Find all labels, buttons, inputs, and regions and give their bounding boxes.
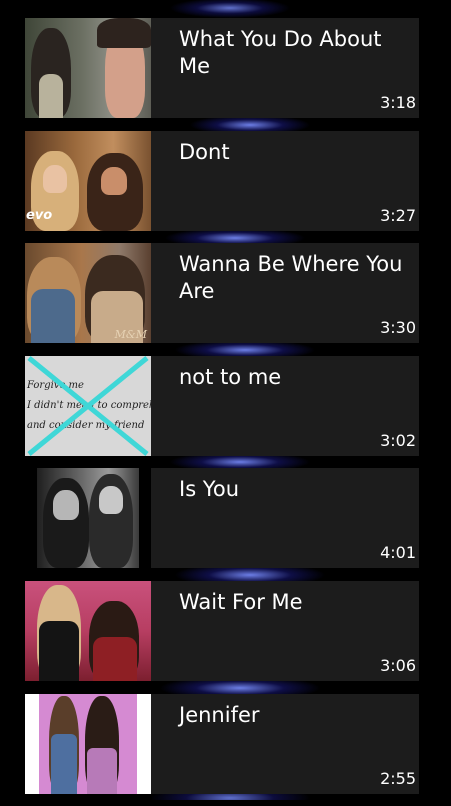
- video-title: Wait For Me: [179, 589, 303, 614]
- video-thumbnail: [25, 18, 151, 118]
- video-duration: 4:01: [380, 543, 416, 563]
- person-figure: [43, 164, 67, 193]
- person-figure: [31, 289, 75, 344]
- video-item[interactable]: Jennifer 2:55: [25, 693, 419, 794]
- corner-mark: M&M: [114, 328, 147, 342]
- video-duration: 2:55: [380, 768, 416, 788]
- person-figure: [51, 733, 77, 794]
- video-duration: 3:30: [380, 318, 416, 338]
- video-title: Jennifer: [179, 702, 260, 727]
- video-info: Wanna Be Where You Are 3:30: [151, 243, 419, 343]
- video-title: Wanna Be Where You Are: [179, 252, 403, 304]
- video-item[interactable]: M&M Wanna Be Where You Are 3:30: [25, 243, 419, 344]
- person-figure: [93, 636, 137, 681]
- video-thumbnail: evo: [25, 130, 151, 231]
- cross-mark-icon: [27, 355, 149, 456]
- video-item[interactable]: Forgive me I didn't mean to comprehe and…: [25, 355, 419, 456]
- video-thumbnail: M&M: [25, 243, 151, 344]
- video-thumbnail: [25, 693, 151, 794]
- video-info: What You Do About Me 3:18: [151, 18, 419, 118]
- video-title: Is You: [179, 477, 240, 502]
- video-info: not to me 3:02: [151, 356, 419, 456]
- video-title: Dont: [179, 139, 230, 164]
- video-thumbnail: [25, 580, 151, 681]
- video-item[interactable]: Wait For Me 3:06: [25, 580, 419, 681]
- person-figure: [39, 74, 63, 118]
- video-title: not to me: [179, 364, 282, 389]
- video-duration: 3:06: [380, 655, 416, 675]
- person-figure: [97, 18, 151, 48]
- person-figure: [99, 486, 123, 515]
- video-duration: 3:27: [380, 205, 416, 225]
- video-item[interactable]: Is You 4:01: [25, 468, 419, 569]
- video-info: Jennifer 2:55: [151, 694, 419, 794]
- vevo-watermark: evo: [26, 207, 53, 223]
- video-item[interactable]: What You Do About Me 3:18: [25, 18, 419, 118]
- video-item[interactable]: evo Dont 3:27: [25, 130, 419, 231]
- person-figure: [101, 166, 127, 195]
- video-info: Dont 3:27: [151, 131, 419, 231]
- video-title: What You Do About Me: [179, 27, 382, 78]
- video-thumbnail: [25, 468, 151, 569]
- video-duration: 3:18: [380, 93, 416, 112]
- video-info: Wait For Me 3:06: [151, 581, 419, 681]
- person-figure: [39, 620, 79, 681]
- person-figure: [53, 490, 79, 521]
- person-figure: [87, 747, 117, 794]
- video-list: What You Do About Me 3:18 evo Dont 3:27 …: [25, 18, 419, 806]
- video-duration: 3:02: [380, 430, 416, 450]
- video-thumbnail: Forgive me I didn't mean to comprehe and…: [25, 355, 151, 456]
- video-info: Is You 4:01: [151, 468, 419, 568]
